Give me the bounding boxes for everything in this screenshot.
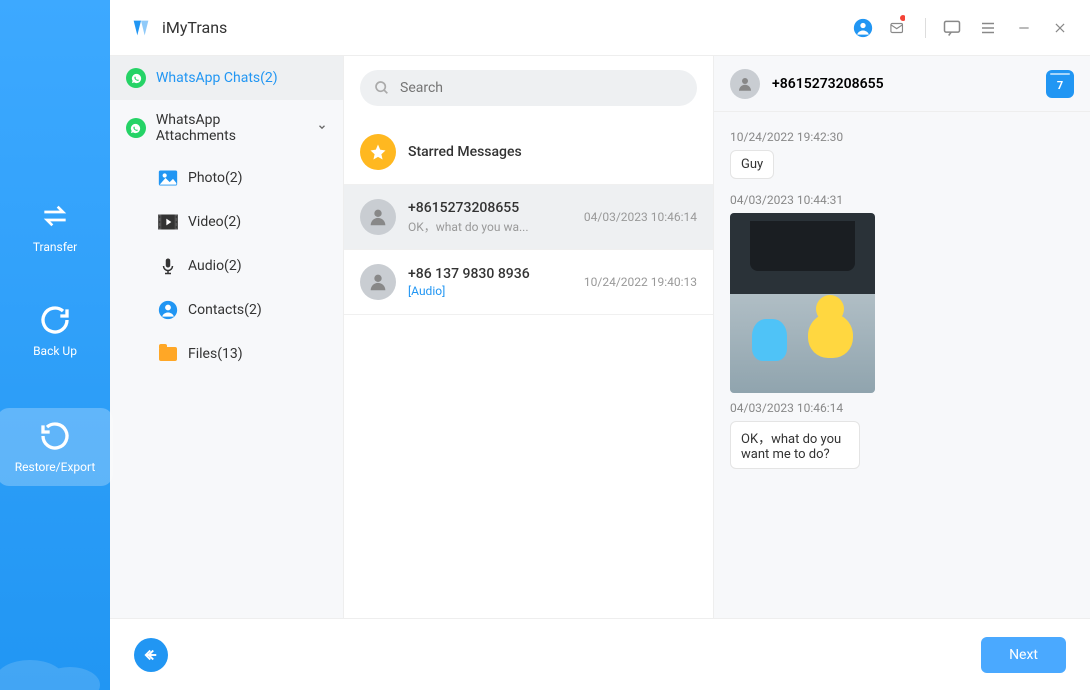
chevron-down-icon <box>317 120 327 136</box>
video-icon <box>158 212 178 232</box>
back-button[interactable] <box>134 638 168 672</box>
chat-name: +86 137 9830 8936 <box>408 266 572 282</box>
search-bar[interactable] <box>360 70 697 106</box>
whatsapp-icon <box>126 68 146 88</box>
photo-icon <box>158 168 178 188</box>
detail-contact-name: +8615273208655 <box>772 76 1034 92</box>
chat-list: Starred Messages +8615273208655 OK，what … <box>344 56 714 618</box>
avatar-icon <box>360 264 396 300</box>
sidebar-photo-label: Photo(2) <box>188 170 243 186</box>
app-title: iMyTrans <box>162 18 227 37</box>
arrow-left-icon <box>142 646 160 664</box>
sidebar-attachments-label: WhatsApp Attachments <box>156 112 303 144</box>
logo-icon <box>130 17 152 39</box>
message-image[interactable] <box>730 213 875 393</box>
chat-time: 04/03/2023 10:46:14 <box>584 210 697 224</box>
chat-starred-label: Starred Messages <box>408 144 697 160</box>
sidebar: WhatsApp Chats(2) WhatsApp Attachments P… <box>110 56 344 618</box>
chat-item[interactable]: +8615273208655 OK，what do you wa... 04/0… <box>344 185 713 250</box>
chat-preview: [Audio] <box>408 284 572 298</box>
rail-transfer-label: Transfer <box>33 240 77 254</box>
sidebar-contacts-label: Contacts(2) <box>188 302 262 318</box>
content: WhatsApp Chats(2) WhatsApp Attachments P… <box>110 56 1090 618</box>
close-icon[interactable] <box>1050 18 1070 38</box>
restore-icon <box>39 420 71 452</box>
next-button[interactable]: Next <box>981 637 1066 673</box>
left-rail: Transfer Back Up Restore/Export <box>0 0 110 690</box>
menu-icon[interactable] <box>978 18 998 38</box>
message-bubble: Guy <box>730 150 774 179</box>
sidebar-item-chats[interactable]: WhatsApp Chats(2) <box>110 56 343 100</box>
chat-item[interactable]: +86 137 9830 8936 [Audio] 10/24/2022 19:… <box>344 250 713 315</box>
avatar-icon <box>360 199 396 235</box>
sidebar-chats-label: WhatsApp Chats(2) <box>156 70 278 86</box>
messages-panel: 10/24/2022 19:42:30 Guy 04/03/2023 10:44… <box>714 112 1090 618</box>
star-icon <box>360 134 396 170</box>
transfer-icon <box>39 200 71 232</box>
footer: Next <box>110 618 1090 690</box>
rail-restore[interactable]: Restore/Export <box>0 408 113 486</box>
folder-icon <box>158 344 178 364</box>
message-bubble: OK，what do you want me to do? <box>730 421 860 469</box>
feedback-icon[interactable] <box>942 18 962 38</box>
main-area: iMyTrans <box>110 0 1090 690</box>
chat-time: 10/24/2022 19:40:13 <box>584 275 697 289</box>
sidebar-item-files[interactable]: Files(13) <box>110 332 343 376</box>
rail-backup-label: Back Up <box>33 344 77 358</box>
rail-restore-label: Restore/Export <box>15 460 96 474</box>
sidebar-item-photo[interactable]: Photo(2) <box>110 156 343 200</box>
audio-icon <box>158 256 178 276</box>
chat-preview: OK，what do you wa... <box>408 218 572 235</box>
whatsapp-icon <box>126 118 146 138</box>
search-icon <box>374 80 390 96</box>
sidebar-item-audio[interactable]: Audio(2) <box>110 244 343 288</box>
sidebar-audio-label: Audio(2) <box>188 258 242 274</box>
titlebar: iMyTrans <box>110 0 1090 56</box>
chat-detail: +8615273208655 7 10/24/2022 19:42:30 Guy… <box>714 56 1090 618</box>
titlebar-divider <box>925 18 926 38</box>
contacts-icon <box>158 300 178 320</box>
sidebar-item-video[interactable]: Video(2) <box>110 200 343 244</box>
chat-item-starred[interactable]: Starred Messages <box>344 120 713 185</box>
mail-icon[interactable] <box>889 18 909 38</box>
sidebar-item-attachments[interactable]: WhatsApp Attachments <box>110 100 343 156</box>
message-timestamp: 04/03/2023 10:46:14 <box>730 401 1074 415</box>
rail-transfer[interactable]: Transfer <box>33 200 77 254</box>
message-timestamp: 04/03/2023 10:44:31 <box>730 193 1074 207</box>
minimize-icon[interactable] <box>1014 18 1034 38</box>
sidebar-item-contacts[interactable]: Contacts(2) <box>110 288 343 332</box>
cloud-decoration <box>0 630 110 690</box>
app-logo: iMyTrans <box>130 17 227 39</box>
chat-name: +8615273208655 <box>408 200 572 216</box>
message-timestamp: 10/24/2022 19:42:30 <box>730 130 1074 144</box>
avatar-icon <box>730 69 760 99</box>
calendar-button[interactable]: 7 <box>1046 70 1074 98</box>
sidebar-video-label: Video(2) <box>188 214 241 230</box>
search-input[interactable] <box>400 80 683 96</box>
user-icon[interactable] <box>853 18 873 38</box>
detail-header: +8615273208655 7 <box>714 56 1090 112</box>
rail-backup[interactable]: Back Up <box>33 304 77 358</box>
sidebar-files-label: Files(13) <box>188 346 243 362</box>
titlebar-actions <box>853 18 1070 38</box>
calendar-day: 7 <box>1057 79 1063 92</box>
backup-icon <box>39 304 71 336</box>
